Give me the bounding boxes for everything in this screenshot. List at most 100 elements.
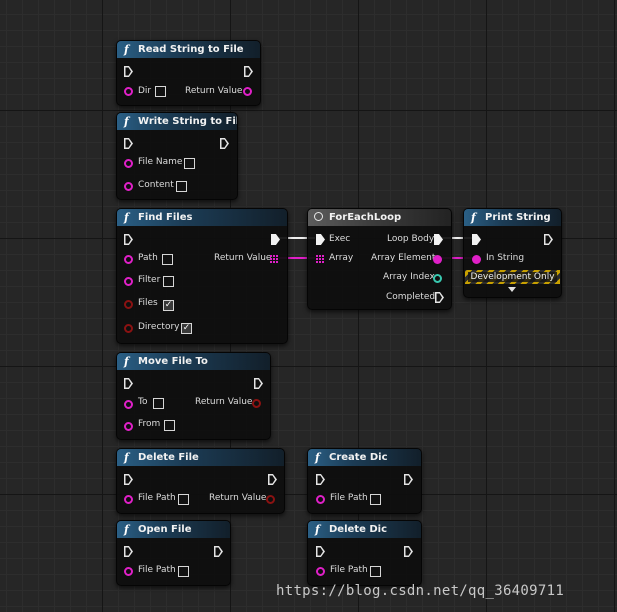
loop-body-pin[interactable] [434, 234, 443, 245]
exec-in-pin[interactable] [316, 234, 325, 245]
array-pin[interactable] [316, 255, 324, 263]
node-title: ForEachLoop [329, 212, 402, 223]
node-create-dic[interactable]: f Create Dic File Path [307, 448, 422, 514]
array-element-pin[interactable] [433, 255, 442, 264]
development-only-banner: Development Only [465, 270, 560, 284]
file-path-input-box[interactable] [370, 566, 381, 577]
file-path-pin[interactable] [124, 495, 133, 504]
content-input-box[interactable] [176, 181, 187, 192]
from-pin[interactable] [124, 422, 133, 431]
loop-icon [314, 212, 323, 221]
exec-out-pin[interactable] [271, 234, 280, 245]
from-input-box[interactable] [164, 420, 175, 431]
return-value-pin[interactable] [252, 399, 261, 408]
node-title: Read String to File [138, 44, 244, 55]
exec-in-pin[interactable] [472, 234, 481, 245]
directory-checkbox[interactable]: ✓ [181, 323, 192, 334]
to-pin[interactable] [124, 400, 133, 409]
node-header[interactable]: f Find Files [117, 209, 287, 226]
in-string-pin[interactable] [472, 255, 481, 264]
exec-out-pin[interactable] [544, 234, 553, 245]
dir-pin[interactable] [124, 87, 133, 96]
pin-label-array: Array [329, 253, 354, 263]
node-header[interactable]: f Delete Dic [308, 521, 421, 538]
pin-label-to: To [138, 397, 148, 407]
pin-label-return-value: Return Value [195, 397, 253, 407]
pin-label-content: Content [138, 180, 174, 190]
path-input-box[interactable] [162, 254, 173, 265]
content-pin[interactable] [124, 182, 133, 191]
to-input-box[interactable] [153, 398, 164, 409]
dir-input-box[interactable] [155, 86, 166, 97]
pin-label-array-element: Array Element [371, 253, 436, 263]
node-header[interactable]: f Move File To [117, 353, 270, 370]
exec-out-pin[interactable] [214, 546, 223, 557]
node-header[interactable]: ForEachLoop [308, 209, 451, 226]
node-title: Print String [485, 212, 551, 223]
node-find-files[interactable]: f Find Files Path Return Value Filter Fil… [116, 208, 288, 344]
exec-out-pin[interactable] [254, 378, 263, 389]
return-value-pin[interactable] [243, 87, 252, 96]
node-title: Create Dic [329, 452, 388, 463]
pin-label-array-index: Array Index [383, 272, 435, 282]
exec-out-pin[interactable] [220, 138, 229, 149]
node-header[interactable]: f Delete File [117, 449, 284, 466]
directory-pin[interactable] [124, 324, 133, 333]
node-delete-file[interactable]: f Delete File File Path Return Value [116, 448, 285, 514]
file-path-input-box[interactable] [370, 494, 381, 505]
expand-arrow-icon[interactable] [508, 287, 516, 292]
return-value-array-pin[interactable] [270, 255, 278, 263]
exec-in-pin[interactable] [124, 66, 133, 77]
files-checkbox[interactable]: ✓ [163, 300, 174, 311]
return-value-pin[interactable] [266, 495, 275, 504]
node-title: Move File To [138, 356, 208, 367]
filter-input-box[interactable] [163, 276, 174, 287]
node-header[interactable]: f Write String to File [117, 113, 237, 130]
file-path-pin[interactable] [316, 495, 325, 504]
pin-label-files: Files [138, 298, 158, 308]
pin-label-filter: Filter [138, 275, 161, 285]
exec-out-pin[interactable] [244, 66, 253, 77]
node-title: Delete Dic [329, 524, 387, 535]
exec-out-pin[interactable] [404, 546, 413, 557]
node-delete-dic[interactable]: f Delete Dic File Path [307, 520, 422, 586]
node-header[interactable]: f Read String to File [117, 41, 260, 58]
node-move-file-to[interactable]: f Move File To To Return Value From [116, 352, 271, 440]
node-header[interactable]: f Open File [117, 521, 230, 538]
file-path-input-box[interactable] [178, 566, 189, 577]
node-header[interactable]: f Print String [464, 209, 561, 226]
path-pin[interactable] [124, 255, 133, 264]
file-name-pin[interactable] [124, 159, 133, 168]
completed-pin[interactable] [435, 292, 444, 303]
files-pin[interactable] [124, 300, 133, 309]
node-header[interactable]: f Create Dic [308, 449, 421, 466]
node-open-file[interactable]: f Open File File Path [116, 520, 231, 586]
node-read-string-to-file[interactable]: f Read String to File Dir Return Value [116, 40, 261, 106]
node-title: Delete File [138, 452, 199, 463]
function-icon: f [315, 523, 320, 536]
exec-in-pin[interactable] [124, 474, 133, 485]
exec-out-pin[interactable] [404, 474, 413, 485]
filter-pin[interactable] [124, 277, 133, 286]
pin-label-return-value: Return Value [209, 493, 267, 503]
array-index-pin[interactable] [433, 274, 442, 283]
exec-in-pin[interactable] [316, 546, 325, 557]
exec-in-pin[interactable] [124, 378, 133, 389]
pin-label-file-name: File Name [138, 157, 183, 167]
node-write-string-to-file[interactable]: f Write String to File File Name Content [116, 112, 238, 200]
exec-in-pin[interactable] [124, 234, 133, 245]
exec-in-pin[interactable] [124, 546, 133, 557]
pin-label-return-value: Return Value [214, 253, 272, 263]
development-only-label: Development Only [468, 272, 557, 282]
function-icon: f [124, 115, 129, 128]
node-for-each-loop[interactable]: ForEachLoop Exec Loop Body Array Array E… [307, 208, 452, 310]
pin-label-from: From [138, 419, 161, 429]
file-path-input-box[interactable] [178, 494, 189, 505]
exec-out-pin[interactable] [268, 474, 277, 485]
file-path-pin[interactable] [124, 567, 133, 576]
file-path-pin[interactable] [316, 567, 325, 576]
node-print-string[interactable]: f Print String In String Development Only [463, 208, 562, 298]
exec-in-pin[interactable] [316, 474, 325, 485]
exec-in-pin[interactable] [124, 138, 133, 149]
file-name-input-box[interactable] [184, 158, 195, 169]
